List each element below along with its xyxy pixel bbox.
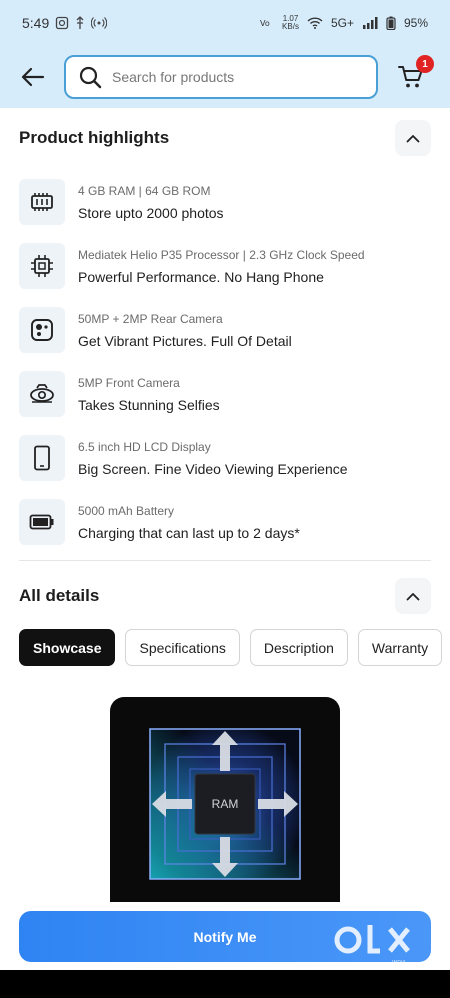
highlight-spec: 5000 mAh Battery <box>78 503 175 518</box>
olx-watermark-logo: INDIA <box>334 925 410 966</box>
details-tabs: Showcase Specifications Description Warr… <box>19 629 443 666</box>
chevron-up-icon <box>406 592 420 600</box>
details-title: All details <box>19 586 100 605</box>
highlights-title: Product highlights <box>19 128 170 147</box>
memory-chip-icon <box>31 193 53 211</box>
highlight-benefit: Big Screen. Fine Video Viewing Experienc… <box>78 460 348 477</box>
chevron-up-icon <box>406 134 420 142</box>
section-divider <box>19 560 431 561</box>
details-collapse-button[interactable] <box>395 578 431 614</box>
highlight-spec: 5MP Front Camera <box>78 375 180 390</box>
highlight-spec: Mediatek Helio P35 Processor | 2.3 GHz C… <box>78 247 365 262</box>
highlight-benefit: Store upto 2000 photos <box>78 204 224 221</box>
processor-icon <box>31 255 53 277</box>
top-header: 1 <box>0 46 450 108</box>
highlight-benefit: Get Vibrant Pictures. Full Of Detail <box>78 332 292 349</box>
back-button[interactable] <box>18 62 48 92</box>
battery-icon <box>29 514 54 530</box>
battery-status-icon <box>386 16 396 30</box>
highlights-collapse-button[interactable] <box>395 120 431 156</box>
highlight-item: 5000 mAh Battery Charging that can last … <box>19 490 431 554</box>
highlight-item: 5MP Front Camera Takes Stunning Selfies <box>19 362 431 426</box>
back-arrow-icon <box>21 67 45 87</box>
hotspot-icon <box>91 17 108 29</box>
highlight-spec: 6.5 inch HD LCD Display <box>78 439 211 454</box>
system-nav-bar <box>0 970 450 998</box>
display-icon <box>34 445 50 471</box>
rear-camera-icon <box>31 319 53 341</box>
volte-icon: Vo <box>260 19 270 28</box>
status-bar: 5:49 Vo 1.07 KB/s 5G+ 95% <box>0 0 450 46</box>
svg-text:INDIA: INDIA <box>392 960 407 966</box>
highlight-item: Mediatek Helio P35 Processor | 2.3 GHz C… <box>19 234 431 298</box>
search-icon <box>79 66 102 89</box>
ram-graphic: RAM <box>149 728 301 880</box>
highlights-header: Product highlights <box>19 120 431 156</box>
svg-text:Vo: Vo <box>260 19 270 28</box>
highlight-benefit: Charging that can last up to 2 days* <box>78 524 300 541</box>
highlight-item: 6.5 inch HD LCD Display Big Screen. Fine… <box>19 426 431 490</box>
showcase-image: RAM <box>110 697 340 902</box>
showcase-ram-label: RAM <box>212 797 239 811</box>
status-time: 5:49 <box>22 15 50 31</box>
signal-icon <box>362 17 378 29</box>
cart-button[interactable]: 1 <box>396 55 434 92</box>
highlight-spec: 50MP + 2MP Rear Camera <box>78 311 223 326</box>
tab-description[interactable]: Description <box>249 629 348 666</box>
network-type: 5G+ <box>330 16 354 30</box>
highlight-item: 4 GB RAM | 64 GB ROM Store upto 2000 pho… <box>19 170 431 234</box>
details-header: All details <box>19 578 431 614</box>
highlight-benefit: Powerful Performance. No Hang Phone <box>78 268 324 285</box>
highlight-spec: 4 GB RAM | 64 GB ROM <box>78 183 211 198</box>
highlight-item: 50MP + 2MP Rear Camera Get Vibrant Pictu… <box>19 298 431 362</box>
search-bar[interactable] <box>64 55 378 99</box>
battery-level: 95% <box>403 16 428 30</box>
search-input[interactable] <box>112 69 352 85</box>
tab-showcase[interactable]: Showcase <box>19 629 116 666</box>
usb-icon <box>76 16 84 29</box>
tab-warranty[interactable]: Warranty <box>357 629 443 666</box>
front-camera-icon <box>30 384 54 403</box>
highlights-list: 4 GB RAM | 64 GB ROM Store upto 2000 pho… <box>19 170 431 554</box>
tab-specifications[interactable]: Specifications <box>125 629 240 666</box>
product-page: 5:49 Vo 1.07 KB/s 5G+ 95% Search for pro… <box>0 0 450 998</box>
wifi-icon <box>307 17 323 29</box>
gallery-icon <box>56 16 69 30</box>
net-speed-unit: KB/s <box>282 22 299 31</box>
cart-count-badge: 1 <box>416 55 434 73</box>
highlight-benefit: Takes Stunning Selfies <box>78 396 220 413</box>
